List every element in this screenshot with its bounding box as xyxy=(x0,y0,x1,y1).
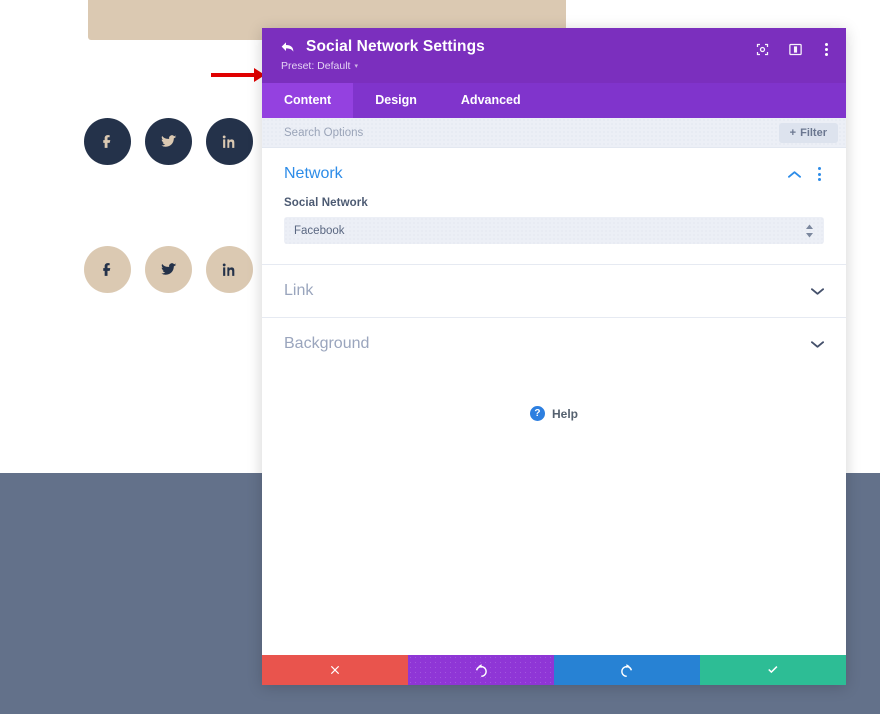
red-arrow-annotation xyxy=(211,68,265,82)
chevron-down-icon[interactable] xyxy=(811,340,824,349)
save-button[interactable] xyxy=(700,655,846,685)
twitter-icon xyxy=(160,261,177,278)
undo-arrow-icon xyxy=(475,664,487,677)
tab-design[interactable]: Design xyxy=(353,83,439,118)
question-mark-icon: ? xyxy=(529,406,545,421)
facebook-icon xyxy=(99,261,116,278)
cancel-button[interactable] xyxy=(262,655,408,685)
kebab-menu-icon[interactable] xyxy=(815,167,824,181)
modal-title: Social Network Settings xyxy=(306,38,485,55)
social-circle-twitter-alt[interactable] xyxy=(145,246,192,293)
back-arrow-icon[interactable] xyxy=(280,39,296,55)
section-title: Link xyxy=(284,282,314,299)
section-link[interactable]: Link xyxy=(262,264,846,317)
field-social-network: Social Network Facebook xyxy=(262,197,846,264)
target-focus-icon[interactable] xyxy=(755,42,770,57)
checkmark-icon xyxy=(768,666,778,674)
modal-tabs: Content Design Advanced xyxy=(262,83,846,118)
search-options-bar: + Filter xyxy=(262,118,846,148)
linkedin-icon xyxy=(221,133,238,150)
social-network-settings-modal: Social Network Settings Preset: Default … xyxy=(262,28,846,685)
tab-content[interactable]: Content xyxy=(262,83,354,118)
section-background[interactable]: Background xyxy=(262,317,846,370)
social-circle-linkedin[interactable] xyxy=(206,118,253,165)
chevron-up-icon[interactable] xyxy=(788,170,801,179)
redo-button[interactable] xyxy=(554,655,700,685)
facebook-icon xyxy=(99,133,116,150)
section-network-header[interactable]: Network xyxy=(262,148,846,197)
twitter-icon xyxy=(160,133,177,150)
linkedin-icon xyxy=(221,261,238,278)
modal-header: Social Network Settings Preset: Default … xyxy=(262,28,846,83)
filter-label: Filter xyxy=(800,126,827,139)
help-label: Help xyxy=(551,406,578,421)
close-x-icon xyxy=(330,665,340,675)
preset-selector[interactable]: Preset: Default ▾ xyxy=(281,60,358,72)
plus-icon: + xyxy=(789,126,797,139)
chevron-down-icon: ▾ xyxy=(354,62,358,70)
modal-action-bar xyxy=(262,655,846,685)
social-circle-facebook[interactable] xyxy=(84,118,131,165)
section-title: Network xyxy=(284,165,343,182)
search-input[interactable] xyxy=(284,126,779,139)
chevron-down-icon[interactable] xyxy=(811,287,824,296)
tab-advanced[interactable]: Advanced xyxy=(439,83,543,118)
kebab-menu-icon[interactable] xyxy=(821,43,832,56)
social-icons-row-dark xyxy=(84,118,253,165)
help-link[interactable]: ? Help xyxy=(262,370,846,421)
redo-arrow-icon xyxy=(621,664,633,677)
social-circle-facebook-alt[interactable] xyxy=(84,246,131,293)
modal-header-actions xyxy=(755,42,832,57)
modal-body: Network Social Network Facebook Link Bac… xyxy=(262,148,846,655)
field-label: Social Network xyxy=(284,197,368,209)
social-circle-linkedin-alt[interactable] xyxy=(206,246,253,293)
select-value: Facebook xyxy=(294,224,345,237)
page-root: Social Network Settings Preset: Default … xyxy=(0,0,880,714)
section-title: Background xyxy=(284,335,370,352)
social-circle-twitter[interactable] xyxy=(145,118,192,165)
layout-columns-icon[interactable] xyxy=(788,42,803,57)
social-icons-row-light xyxy=(84,246,253,293)
preset-label: Preset: Default xyxy=(281,60,351,72)
social-network-select[interactable]: Facebook xyxy=(284,217,824,244)
undo-button[interactable] xyxy=(408,655,554,685)
filter-button[interactable]: + Filter xyxy=(778,122,838,143)
section-network: Network Social Network Facebook xyxy=(262,148,846,264)
